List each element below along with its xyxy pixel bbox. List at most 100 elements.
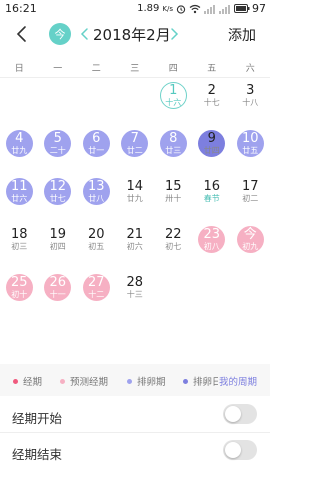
day-cell[interactable]: 3 十八 bbox=[231, 79, 270, 127]
day-cell[interactable]: 今初九 bbox=[231, 223, 270, 271]
lunar-date: 廿八 bbox=[88, 194, 105, 203]
day-cell[interactable]: 17 初二 bbox=[231, 175, 270, 223]
day-number: 26 bbox=[49, 275, 67, 290]
lunar-date: 卅十 bbox=[165, 194, 182, 203]
day-cell[interactable]: 6 廿一 bbox=[77, 127, 116, 175]
lunar-date: 廿五 bbox=[242, 146, 259, 155]
day-number: 10 bbox=[241, 131, 259, 146]
lunar-date: 初十 bbox=[11, 290, 28, 299]
lunar-date: 廿九 bbox=[11, 146, 28, 155]
lunar-date: 廿三 bbox=[165, 146, 182, 155]
day-cell[interactable]: 27 十二 bbox=[77, 271, 116, 319]
lunar-date: 二十 bbox=[49, 146, 66, 155]
legend-item-predicted-period: 预测经期 bbox=[60, 374, 108, 388]
day-cell[interactable]: 8 廿三 bbox=[154, 127, 193, 175]
period-start-row: 经期开始 bbox=[0, 397, 270, 432]
legend-dot bbox=[13, 378, 18, 384]
toggle-knob bbox=[225, 442, 241, 458]
legend: 经期 预测经期 排卵期 排卵日 我的周期 bbox=[0, 364, 270, 396]
weekday-label: 六 bbox=[245, 64, 255, 74]
lunar-date: 初三 bbox=[11, 242, 28, 251]
day-cell[interactable]: 9 廿四 bbox=[193, 127, 232, 175]
period-end-row: 经期结束 bbox=[0, 433, 270, 468]
legend-item-ovulation-day: 排卵日 bbox=[183, 374, 222, 388]
weekday-label: 五 bbox=[207, 64, 217, 74]
day-number: 22 bbox=[164, 227, 182, 242]
day-number: 25 bbox=[10, 275, 28, 290]
legend-dot bbox=[183, 378, 188, 384]
day-cell[interactable]: 16 春节 bbox=[193, 175, 232, 223]
day-number: 20 bbox=[87, 227, 105, 242]
alarm-icon bbox=[176, 4, 186, 14]
battery: 97 bbox=[234, 2, 266, 15]
lunar-date: 十六 bbox=[165, 98, 182, 107]
add-button[interactable]: 添加 bbox=[228, 25, 256, 45]
calendar-grid: 1 十六 2 十七 3 十八 4 廿九 5 二十 6 廿一 7 廿二 8 廿三 9 廿四 10 廿五 11 廿六 12 廿七 1… bbox=[0, 79, 270, 359]
divider bbox=[0, 77, 270, 78]
status-icons: 1.89 K/s 97 bbox=[137, 2, 266, 15]
day-number: 3 bbox=[246, 83, 255, 98]
day-cell[interactable]: 21 初六 bbox=[116, 223, 155, 271]
weekday-label: 四 bbox=[168, 64, 178, 74]
day-cell[interactable]: 26 十一 bbox=[39, 271, 78, 319]
month-title[interactable]: 2018年2月 bbox=[93, 24, 171, 45]
weekday-label: 日 bbox=[14, 64, 24, 74]
day-cell[interactable]: 2 十七 bbox=[193, 79, 232, 127]
battery-level: 97 bbox=[252, 2, 266, 15]
day-number: 16 bbox=[203, 179, 221, 194]
period-start-toggle[interactable] bbox=[223, 404, 257, 424]
day-number: 7 bbox=[130, 131, 139, 146]
lunar-date: 初八 bbox=[203, 242, 220, 251]
lunar-date: 十三 bbox=[126, 290, 143, 299]
day-cell[interactable]: 25 初十 bbox=[0, 271, 39, 319]
lunar-date: 十一 bbox=[49, 290, 66, 299]
lunar-date: 廿二 bbox=[126, 146, 143, 155]
day-cell[interactable]: 13 廿八 bbox=[77, 175, 116, 223]
my-cycle-link[interactable]: 我的周期 bbox=[218, 374, 258, 388]
day-cell[interactable]: 4 廿九 bbox=[0, 127, 39, 175]
lunar-date: 十二 bbox=[88, 290, 105, 299]
day-cell[interactable]: 7 廿二 bbox=[116, 127, 155, 175]
day-number: 5 bbox=[53, 131, 62, 146]
lunar-date: 十七 bbox=[203, 98, 220, 107]
day-cell[interactable]: 12 廿七 bbox=[39, 175, 78, 223]
day-cell[interactable]: 28 十三 bbox=[116, 271, 155, 319]
lunar-date: 廿一 bbox=[88, 146, 105, 155]
net-speed-value: 1.89 bbox=[137, 3, 160, 14]
lunar-date: 春节 bbox=[203, 194, 220, 203]
day-number: 15 bbox=[164, 179, 182, 194]
day-cell[interactable]: 20 初五 bbox=[77, 223, 116, 271]
day-cell[interactable]: 18 初三 bbox=[0, 223, 39, 271]
back-arrow-icon[interactable] bbox=[11, 23, 33, 45]
day-cell[interactable]: 22 初七 bbox=[154, 223, 193, 271]
lunar-date: 初四 bbox=[49, 242, 66, 251]
period-end-toggle[interactable] bbox=[223, 440, 257, 460]
day-cell[interactable]: 19 初四 bbox=[39, 223, 78, 271]
today-button[interactable]: 今 bbox=[49, 23, 71, 45]
legend-dot bbox=[127, 378, 132, 384]
calendar-header: 今 2018年2月 添加 bbox=[0, 17, 270, 51]
weekday-header: 日 一 二 三 四 五 六 bbox=[0, 57, 270, 77]
signal-2-icon bbox=[219, 4, 230, 14]
day-cell[interactable]: 15 卅十 bbox=[154, 175, 193, 223]
day-number: 17 bbox=[241, 179, 259, 194]
chevron-right-icon[interactable] bbox=[168, 26, 180, 42]
status-bar: 16:21 1.89 K/s 97 bbox=[0, 0, 270, 17]
day-cell[interactable]: 23 初八 bbox=[193, 223, 232, 271]
day-cell[interactable]: 11 廿六 bbox=[0, 175, 39, 223]
chevron-left-icon[interactable] bbox=[79, 26, 91, 42]
day-number: 27 bbox=[87, 275, 105, 290]
day-cell[interactable]: 1 十六 bbox=[154, 79, 193, 127]
legend-dot bbox=[60, 378, 65, 384]
lunar-date: 廿四 bbox=[203, 146, 220, 155]
lunar-date: 十八 bbox=[242, 98, 259, 107]
day-number: 23 bbox=[203, 227, 221, 242]
day-cell[interactable]: 10 廿五 bbox=[231, 127, 270, 175]
day-cell[interactable]: 14 廿九 bbox=[116, 175, 155, 223]
day-cell[interactable]: 5 二十 bbox=[39, 127, 78, 175]
day-number: 12 bbox=[49, 179, 67, 194]
lunar-date: 廿六 bbox=[11, 194, 28, 203]
day-number: 14 bbox=[126, 179, 144, 194]
lunar-date: 初二 bbox=[242, 194, 259, 203]
lunar-date: 初六 bbox=[126, 242, 143, 251]
